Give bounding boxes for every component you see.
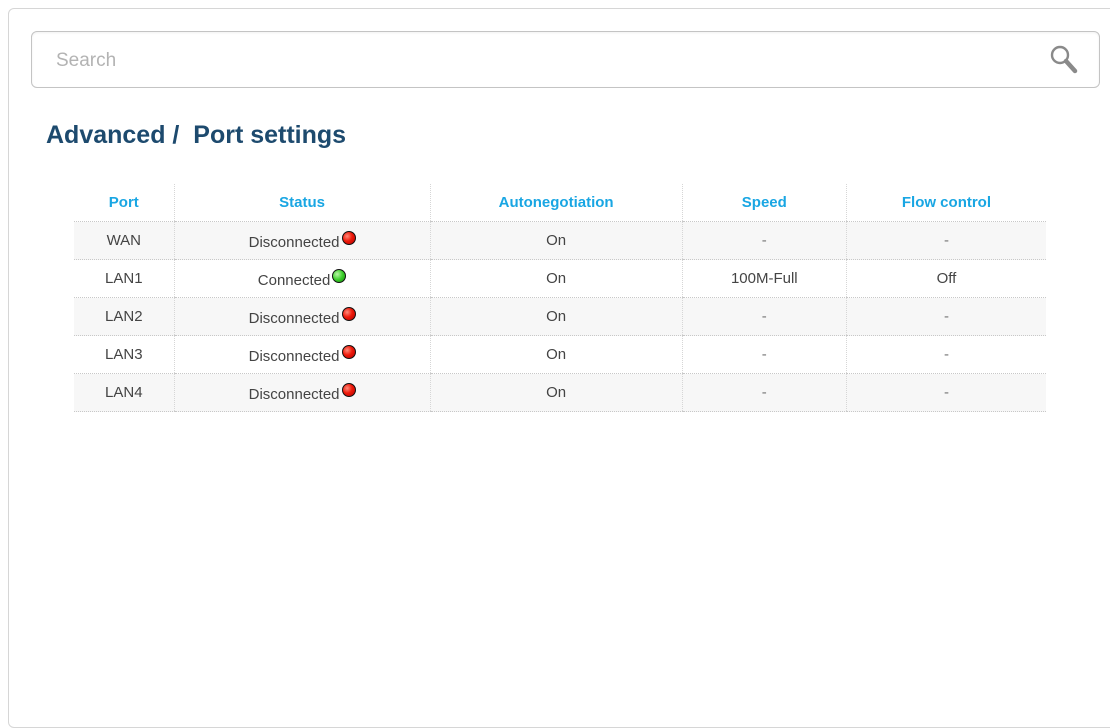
status-disconnected-icon [341,382,356,397]
speed-cell-text: - [761,232,767,249]
speed-cell-text: - [761,346,767,363]
autonegotiation-cell: On [429,297,683,336]
autonegotiation-cell-text: On [546,384,567,401]
port-cell: LAN3 [74,335,175,374]
status-cell-text: Disconnected [248,385,340,403]
status-connected-icon [332,268,347,283]
port-cell-text: LAN4 [105,384,143,401]
flow-control-cell-text: Off [936,270,957,287]
autonegotiation-cell-text: On [546,270,567,287]
port-settings-table: Port Status Autonegotiation Speed Flow c… [74,184,1046,412]
status-cell-text: Connected [257,271,331,289]
port-cell: LAN1 [74,259,175,298]
column-header-port[interactable]: Port [74,184,175,222]
speed-cell: 100M-Full [681,259,847,298]
autonegotiation-cell-text: On [546,308,567,325]
search-box[interactable] [31,31,1100,88]
autonegotiation-cell-text: On [546,232,567,249]
port-cell: WAN [74,221,175,260]
table-row[interactable]: LAN3 Disconnected On - - [74,335,1046,374]
port-cell-text: WAN [106,232,142,249]
flow-control-cell-text: - [943,346,949,363]
autonegotiation-cell: On [429,221,683,260]
status-cell-text: Disconnected [248,309,340,327]
status-disconnected-icon [341,230,356,245]
search-icon[interactable] [1049,44,1079,76]
flow-control-cell: Off [845,259,1046,298]
flow-control-cell: - [845,221,1046,260]
page-title: Advanced / Port settings [46,121,347,149]
flow-control-cell: - [845,297,1046,336]
speed-cell: - [681,221,847,260]
flow-control-cell-text: - [943,308,949,325]
status-cell: Connected [173,259,431,298]
port-cell: LAN2 [74,297,175,336]
table-row[interactable]: LAN2 Disconnected On - - [74,297,1046,336]
speed-cell: - [681,373,847,412]
flow-control-cell: - [845,335,1046,374]
speed-cell: - [681,297,847,336]
autonegotiation-cell: On [429,335,683,374]
table-row[interactable]: LAN1 Connected On 100M-Full Off [74,259,1046,298]
status-cell-text: Disconnected [248,347,340,365]
status-disconnected-icon [341,306,356,321]
flow-control-cell: - [845,373,1046,412]
speed-cell-text: 100M-Full [730,270,798,287]
port-cell-text: LAN2 [105,308,143,325]
status-cell: Disconnected [173,221,431,260]
autonegotiation-cell: On [429,259,683,298]
table-row[interactable]: LAN4 Disconnected On - - [74,373,1046,412]
status-cell: Disconnected [173,373,431,412]
table-row[interactable]: WAN Disconnected On - - [74,221,1046,260]
port-cell-text: LAN1 [105,270,143,287]
speed-cell-text: - [761,308,767,325]
autonegotiation-cell: On [429,373,683,412]
port-cell-text: LAN3 [105,346,143,363]
column-header-flow-control[interactable]: Flow control [845,184,1046,222]
port-cell: LAN4 [74,373,175,412]
flow-control-cell-text: - [943,232,949,249]
column-header-status[interactable]: Status [173,184,431,222]
speed-cell-text: - [761,384,767,401]
column-header-autonegotiation[interactable]: Autonegotiation [429,184,683,222]
status-disconnected-icon [341,344,356,359]
table-header-row: Port Status Autonegotiation Speed Flow c… [74,184,1046,222]
column-header-speed[interactable]: Speed [681,184,847,222]
autonegotiation-cell-text: On [546,346,567,363]
speed-cell: - [681,335,847,374]
status-cell: Disconnected [173,297,431,336]
status-cell: Disconnected [173,335,431,374]
search-input[interactable] [54,44,1018,78]
flow-control-cell-text: - [943,384,949,401]
status-cell-text: Disconnected [248,233,340,251]
